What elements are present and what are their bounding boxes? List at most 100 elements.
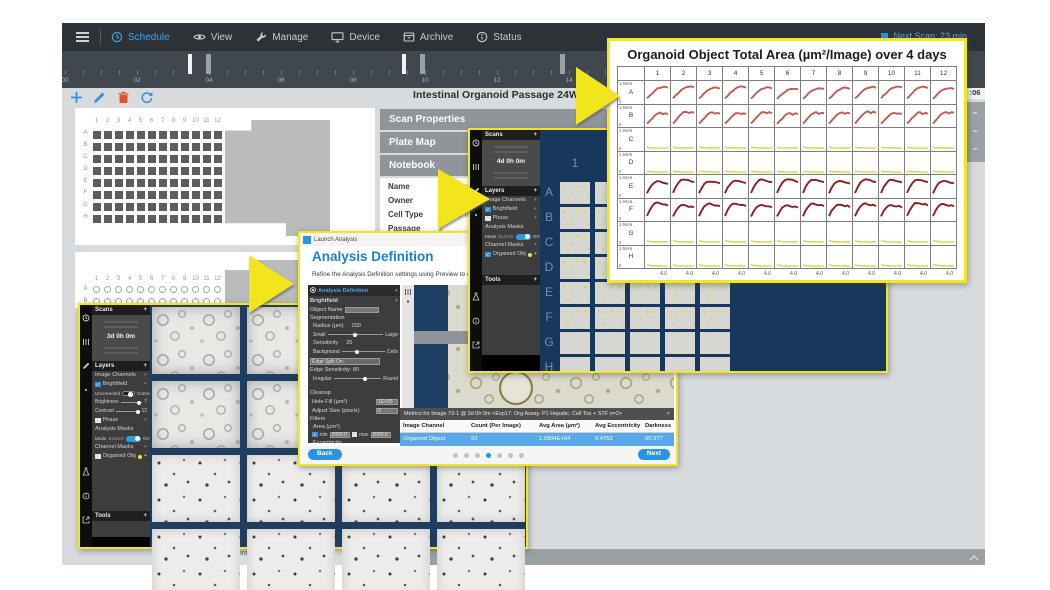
chart-cell[interactable] [749, 199, 774, 222]
plate-well[interactable] [170, 203, 178, 211]
plate-well[interactable] [159, 215, 167, 223]
chart-cell[interactable] [723, 246, 748, 269]
plate-well[interactable] [93, 215, 101, 223]
plate-well[interactable] [192, 191, 200, 199]
wizard-step-dot[interactable] [453, 453, 458, 458]
chart-cell[interactable] [749, 105, 774, 128]
exp-icon[interactable] [82, 511, 90, 529]
plate-well[interactable] [137, 215, 145, 223]
chart-cell[interactable] [801, 128, 826, 151]
plate-well[interactable] [148, 203, 156, 211]
chart-cell[interactable] [723, 128, 748, 151]
plate-well[interactable] [192, 203, 200, 211]
plate-well[interactable] [93, 143, 101, 151]
well-thumbnail[interactable] [595, 357, 625, 371]
plate-well[interactable] [115, 143, 123, 151]
plate-well[interactable] [93, 155, 101, 163]
well-image-tile[interactable] [247, 529, 335, 590]
chart-cell[interactable] [827, 128, 852, 151]
well-thumbnail[interactable] [560, 307, 590, 329]
plate-well[interactable] [170, 191, 178, 199]
beaker-icon[interactable] [472, 288, 480, 306]
well-thumbnail[interactable] [700, 282, 730, 304]
chart-cell[interactable] [671, 175, 696, 198]
well-thumbnail[interactable] [700, 357, 730, 371]
plate-well[interactable] [137, 179, 145, 187]
plate-well[interactable] [115, 203, 123, 211]
chart-cell[interactable] [697, 81, 722, 104]
dimmed-scan-entry[interactable] [494, 146, 529, 148]
chart-cell[interactable] [879, 199, 904, 222]
info-icon[interactable] [82, 487, 90, 505]
add-button[interactable] [70, 91, 83, 109]
scan-event-mark[interactable] [560, 54, 565, 74]
right-scroll-strip[interactable] [965, 102, 985, 162]
nav-status[interactable]: Status [476, 31, 521, 43]
chart-cell[interactable] [905, 105, 930, 128]
chart-cell[interactable] [905, 152, 930, 175]
chart-cell[interactable] [723, 105, 748, 128]
scan-event-mark[interactable] [402, 54, 406, 74]
checkbox[interactable]: ✓ [95, 382, 101, 388]
chart-cell[interactable] [775, 81, 800, 104]
wizard-step-dot[interactable] [486, 453, 491, 458]
preview-scroll-bar[interactable] [414, 331, 470, 344]
chart-cell[interactable] [671, 246, 696, 269]
chart-cell[interactable] [671, 199, 696, 222]
chart-cell[interactable] [645, 105, 670, 128]
chart-cell[interactable] [853, 152, 878, 175]
channel-toggle-phase[interactable]: Phase+ [92, 416, 150, 425]
chart-cell[interactable] [931, 128, 956, 151]
chart-cell[interactable] [879, 105, 904, 128]
plate-well[interactable] [93, 203, 101, 211]
plate-well[interactable] [203, 191, 211, 199]
chart-cell[interactable] [905, 175, 930, 198]
chart-cell[interactable] [827, 222, 852, 245]
plate-well[interactable] [181, 143, 189, 151]
plate-well[interactable] [126, 131, 134, 139]
dimmed-scan-entry[interactable] [494, 151, 529, 153]
well-thumbnail[interactable] [665, 332, 695, 354]
exp-icon[interactable] [472, 336, 480, 354]
plate-well[interactable] [115, 167, 123, 175]
chart-cell[interactable] [697, 222, 722, 245]
plate-well[interactable] [104, 191, 112, 199]
plate-well[interactable] [181, 203, 189, 211]
dot-icon[interactable] [407, 300, 410, 303]
slider-track[interactable] [121, 402, 143, 403]
chart-cell[interactable] [775, 152, 800, 175]
chart-cell[interactable] [827, 246, 852, 269]
plate-well[interactable] [137, 143, 145, 151]
slider-knob[interactable] [353, 333, 357, 337]
plate-well[interactable] [203, 131, 211, 139]
plate-well[interactable] [104, 179, 112, 187]
slider-track[interactable] [116, 411, 140, 412]
expand-icon[interactable]: + [144, 452, 147, 461]
selected-scan-time[interactable]: 4d 0h 0m [482, 158, 540, 165]
wizard-step-dot[interactable] [508, 453, 513, 458]
scan-list[interactable]: 3d 0h 0m [92, 315, 150, 361]
layout-icon[interactable] [404, 288, 412, 296]
plate-well[interactable] [214, 215, 222, 223]
nav-schedule[interactable]: Schedule [111, 31, 170, 43]
well-thumbnail[interactable] [595, 307, 625, 329]
plate-well[interactable] [170, 167, 178, 175]
panel-header-scans[interactable]: Scans+ [92, 305, 150, 315]
checkbox[interactable] [95, 454, 101, 460]
chart-cell[interactable] [905, 222, 930, 245]
well-thumbnail[interactable] [560, 357, 590, 371]
plate-well[interactable] [126, 215, 134, 223]
plate-well[interactable] [93, 167, 101, 175]
chart-cell[interactable] [645, 81, 670, 104]
chart-cell[interactable] [749, 175, 774, 198]
next-button[interactable]: Next [638, 449, 670, 460]
plate-well[interactable] [181, 155, 189, 163]
plate-well[interactable] [93, 131, 101, 139]
plate-well[interactable] [137, 167, 145, 175]
mask-mode-toggle[interactable]: ModeBLENDOVERLAY [92, 434, 150, 443]
slider-knob[interactable] [137, 401, 141, 405]
well-thumbnail[interactable] [560, 257, 590, 279]
panel-header-scans[interactable]: Scans+ [482, 130, 540, 140]
chart-cell[interactable] [905, 81, 930, 104]
well-thumbnail[interactable] [560, 232, 590, 254]
